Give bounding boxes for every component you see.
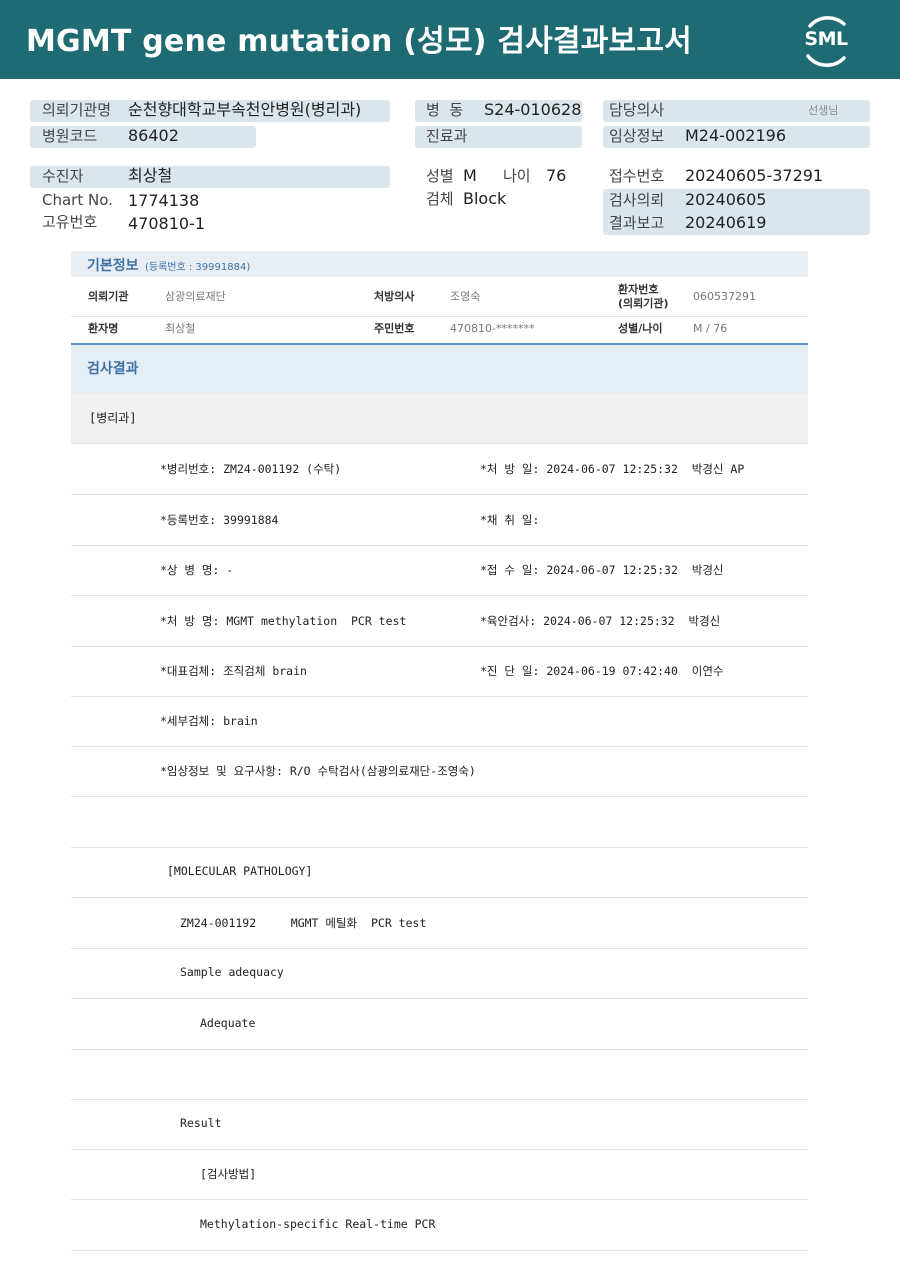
receipt-value: 20240605-37291 [685, 166, 824, 185]
result-row: *임상정보 및 요구사항: R/O 수탁검사(삼광의료재단-조영숙) [71, 746, 808, 797]
prescribe-date: *처 방 일: 2024-06-07 12:25:32 박경신 AP [480, 462, 745, 476]
basic-info-header: 기본정보 (등록번호 : 39991884) [71, 251, 808, 277]
result-row: Sample adequacy [71, 948, 808, 999]
sex-label: 성별 [426, 167, 454, 185]
patient-name-value: 최상철 [165, 322, 196, 335]
sex-age-label: 성별/나이 [618, 322, 663, 335]
molecular-pathology-heading: [MOLECULAR PATHOLOGY] [167, 864, 313, 878]
patient-no-label-2: (의뢰기관) [618, 297, 669, 310]
sml-logo: SML [798, 12, 854, 68]
hospital-code-label: 병원코드 [42, 127, 98, 145]
blank-row [71, 1049, 808, 1100]
registration-no: *등록번호: 39991884 [160, 513, 279, 527]
result-row: *등록번호: 39991884 *채 취 일: [71, 495, 808, 546]
org-value: 삼광의료재단 [165, 290, 226, 303]
sex-value: M [463, 166, 477, 185]
report-label: 결과보고 [609, 214, 665, 232]
gross-exam-date: *육안검사: 2024-06-07 12:25:32 박경신 [480, 614, 721, 628]
result-row: Result [71, 1099, 808, 1150]
patient-label: 수진자 [42, 167, 84, 185]
logo-text: SML [804, 28, 848, 50]
adequacy-value: Adequate [200, 1016, 256, 1030]
blank-row [71, 797, 808, 848]
patient-no-value: 060537291 [693, 290, 756, 303]
basic-info-title: 기본정보 [87, 258, 139, 274]
doctor-suffix: 선생님 [808, 104, 839, 117]
diagnosis-name: *상 병 명: - [160, 563, 234, 577]
hospital-code-value: 86402 [128, 126, 179, 145]
result-row: *처 방 명: MGMT methylation PCR test *육안검사:… [71, 596, 808, 647]
pathology-no: *병리번호: ZM24-001192 (수탁) [160, 462, 342, 476]
clinical-request: *임상정보 및 요구사항: R/O 수탁검사(삼광의료재단-조영숙) [160, 764, 476, 778]
dept-label: 진료과 [426, 127, 468, 145]
result-label: Result [180, 1116, 222, 1130]
patient-name-label: 환자명 [88, 322, 119, 335]
chart-label: Chart No. [42, 191, 113, 209]
org-label: 의뢰기관 [88, 290, 129, 303]
resident-no-label: 주민번호 [374, 322, 415, 335]
basic-info-reg-no: (등록번호 : 39991884) [145, 262, 251, 273]
result-row: ZM24-001192 MGMT 메틸화 PCR test [71, 898, 808, 949]
prescriber-value: 조영숙 [450, 290, 481, 303]
test-line: ZM24-001192 MGMT 메틸화 PCR test [180, 916, 427, 930]
result-row: [검사방법] [71, 1149, 808, 1200]
result-row: *상 병 명: - *접 수 일: 2024-06-07 12:25:32 박경… [71, 545, 808, 596]
result-row: [MOLECULAR PATHOLOGY] [71, 847, 808, 898]
receipt-label: 접수번호 [609, 167, 665, 185]
receipt-date: *접 수 일: 2024-06-07 12:25:32 박경신 [480, 563, 724, 577]
dept-row: [병리과] [71, 393, 808, 444]
representative-specimen: *대표검체: 조직검체 brain [160, 664, 307, 678]
basic-info-row-2: 환자명 최상철 주민번호 470810-******* 성별/나이 M / 76 [71, 317, 808, 342]
sample-adequacy-label: Sample adequacy [180, 965, 284, 979]
dept-tag: [병리과] [89, 411, 137, 425]
patient-value: 최상철 [128, 166, 173, 185]
request-value: 20240605 [685, 190, 767, 209]
unique-label: 고유번호 [42, 213, 98, 231]
method-value: Methylation-specific Real-time PCR [200, 1217, 436, 1231]
report-header: MGMT gene mutation (성모) 검사결과보고서 SML [0, 0, 900, 79]
method-label: [검사방법] [200, 1167, 257, 1181]
doctor-label: 담당의사 [609, 101, 665, 119]
detail-specimen: *세부검체: brain [160, 714, 258, 728]
specimen-label: 검체 [426, 190, 454, 208]
diagnosis-date: *진 단 일: 2024-06-19 07:42:40 이연수 [480, 664, 724, 678]
patient-bar [30, 166, 390, 188]
prescriber-label: 처방의사 [374, 290, 415, 303]
chart-value: 1774138 [128, 191, 200, 210]
age-label: 나이 [503, 167, 531, 185]
basic-info-row-1: 의뢰기관 삼광의료재단 처방의사 조영숙 환자번호 (의뢰기관) 0605372… [71, 278, 808, 317]
unique-value: 470810-1 [128, 214, 206, 233]
requester-value: 순천향대학교부속천안병원(병리과) [128, 100, 362, 119]
ward-label: 병 동 [426, 101, 464, 119]
patient-no-label-1: 환자번호 [618, 283, 659, 296]
requester-label: 의뢰기관명 [42, 101, 112, 119]
age-value: 76 [546, 166, 567, 185]
result-row: *세부검체: brain [71, 696, 808, 747]
result-row: *병리번호: ZM24-001192 (수탁) *처 방 일: 2024-06-… [71, 444, 808, 495]
results-header: 검사결과 [71, 343, 808, 395]
specimen-value: Block [463, 189, 507, 208]
order-name: *처 방 명: MGMT methylation PCR test [160, 614, 407, 628]
sex-age-value: M / 76 [693, 322, 728, 335]
resident-no-value: 470810-******* [450, 322, 535, 335]
result-row: Adequate [71, 999, 808, 1050]
result-row: Methylation-specific Real-time PCR [71, 1200, 808, 1251]
report-value: 20240619 [685, 213, 767, 232]
result-row: *대표검체: 조직검체 brain *진 단 일: 2024-06-19 07:… [71, 646, 808, 697]
results-title: 검사결과 [87, 361, 139, 377]
collection-date: *채 취 일: [480, 513, 540, 527]
report-title: MGMT gene mutation (성모) 검사결과보고서 [26, 24, 692, 59]
clinical-value: M24-002196 [685, 126, 787, 145]
clinical-label: 임상정보 [609, 127, 665, 145]
request-label: 검사의뢰 [609, 191, 665, 209]
ward-value: S24-010628 [484, 100, 582, 119]
